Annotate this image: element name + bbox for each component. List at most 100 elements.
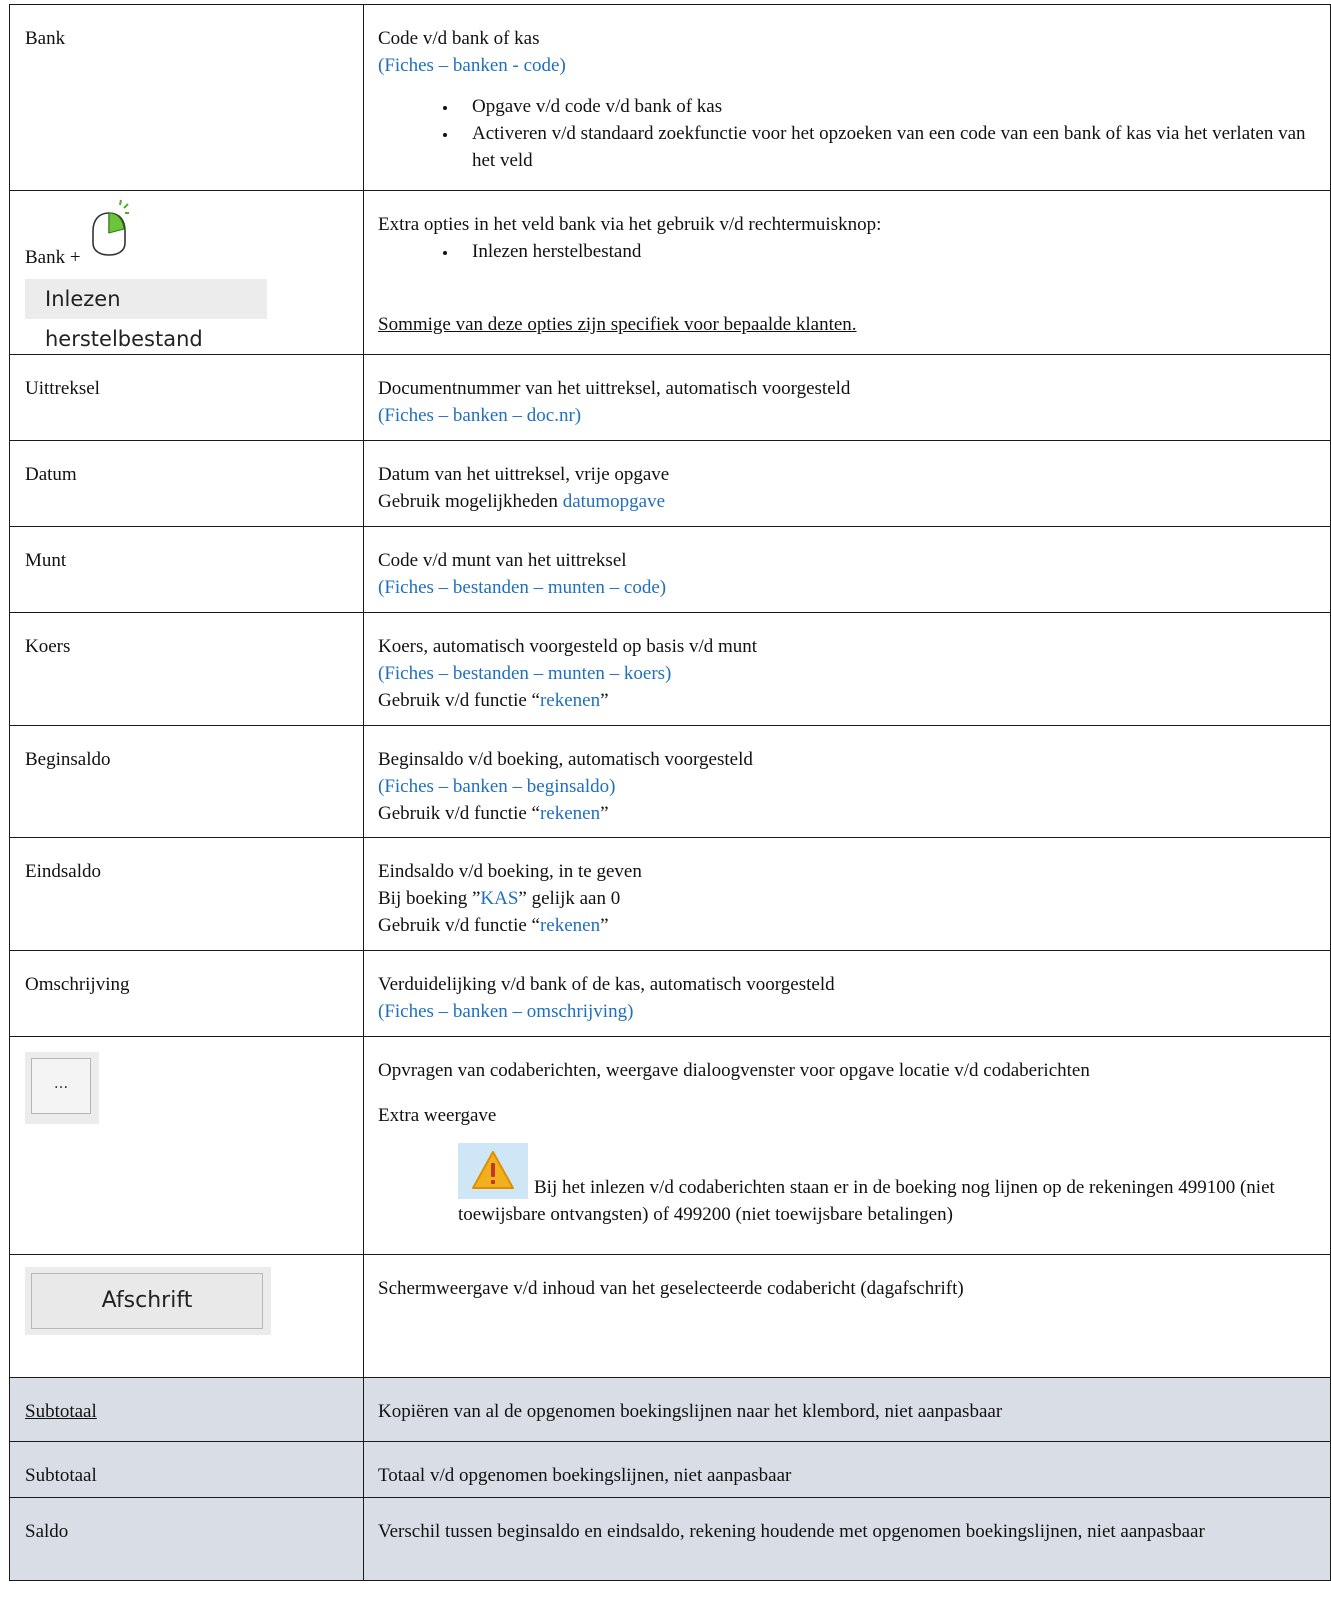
field-label: Beginsaldo bbox=[9, 725, 364, 838]
reference-link[interactable]: (Fiches – banken – omschrijving) bbox=[378, 998, 1310, 1025]
table-row-afschrift: Afschrift Schermweergave v/d inhoud van … bbox=[9, 1254, 1331, 1378]
description-text: Totaal v/d opgenomen boekingslijnen, nie… bbox=[378, 1465, 792, 1486]
field-label: Koers bbox=[9, 612, 364, 726]
coda-browse-button-frame: ... bbox=[25, 1052, 99, 1124]
afschrift-button[interactable]: Afschrift bbox=[31, 1273, 263, 1329]
field-label: Bank bbox=[9, 4, 364, 191]
description-text: Gebruik v/d functie “rekenen” bbox=[378, 687, 1310, 714]
rekenen-link[interactable]: rekenen bbox=[540, 915, 600, 936]
bullet-item: Opgave v/d code v/d bank of kas bbox=[458, 93, 1310, 120]
description-text: Gebruik v/d functie “rekenen” bbox=[378, 912, 1310, 939]
text-suffix: ” bbox=[600, 803, 609, 824]
reference-link[interactable]: (Fiches – banken - code) bbox=[378, 52, 1310, 79]
kas-link[interactable]: KAS bbox=[480, 888, 518, 909]
field-label: Uittreksel bbox=[9, 354, 364, 441]
description-text: Documentnummer van het uittreksel, autom… bbox=[378, 378, 851, 399]
description-text: Beginsaldo v/d boeking, automatisch voor… bbox=[378, 749, 753, 770]
description-text: Gebruik v/d functie “rekenen” bbox=[378, 800, 1310, 827]
bullet-list: Opgave v/d code v/d bank of kas Activere… bbox=[378, 93, 1310, 174]
field-label: Subtotaal bbox=[9, 1441, 364, 1498]
field-description: Extra opties in het veld bank via het ge… bbox=[363, 190, 1331, 355]
table-row-beginsaldo: Beginsaldo Beginsaldo v/d boeking, autom… bbox=[9, 725, 1331, 838]
bullet-list: Inlezen herstelbestand bbox=[378, 238, 1310, 265]
description-text: Schermweergave v/d inhoud van het gesele… bbox=[378, 1278, 964, 1299]
field-label-cell: ... bbox=[9, 1036, 364, 1255]
table-row-saldo: Saldo Verschil tussen beginsaldo en eind… bbox=[9, 1497, 1331, 1581]
field-description: Documentnummer van het uittreksel, autom… bbox=[363, 354, 1331, 441]
field-label: Bank + bbox=[25, 247, 81, 268]
text-suffix: ” bbox=[600, 690, 609, 711]
field-label: Omschrijving bbox=[9, 950, 364, 1037]
rekenen-link[interactable]: rekenen bbox=[540, 803, 600, 824]
table-row-koers: Koers Koers, automatisch voorgesteld op … bbox=[9, 612, 1331, 726]
text-prefix: Gebruik v/d functie “ bbox=[378, 915, 540, 936]
warning-text: Bij het inlezen v/d codaberichten staan … bbox=[458, 1177, 1275, 1225]
bullet-item: Activeren v/d standaard zoekfunctie voor… bbox=[458, 120, 1310, 174]
text-prefix: Gebruik v/d functie “ bbox=[378, 803, 540, 824]
description-text: Kopiëren van al de opgenomen boekingslij… bbox=[378, 1401, 1003, 1422]
description-text: Extra weergave bbox=[378, 1105, 497, 1126]
description-text: Code v/d munt van het uittreksel bbox=[378, 550, 627, 571]
table-row-bank: Bank Code v/d bank of kas (Fiches – bank… bbox=[9, 4, 1331, 191]
table-row-bank-mouse: Bank + Inlezen herstelbestand Extra opti… bbox=[9, 190, 1331, 355]
description-text: Koers, automatisch voorgesteld op basis … bbox=[378, 636, 758, 657]
field-description: Code v/d bank of kas (Fiches – banken - … bbox=[363, 4, 1331, 191]
table-row-uittreksel: Uittreksel Documentnummer van het uittre… bbox=[9, 354, 1331, 441]
field-label: Saldo bbox=[9, 1497, 364, 1581]
text-prefix: Bij boeking ” bbox=[378, 888, 481, 909]
description-text: Code v/d bank of kas bbox=[378, 28, 540, 49]
rekenen-link[interactable]: rekenen bbox=[540, 690, 600, 711]
field-description: Schermweergave v/d inhoud van het gesele… bbox=[363, 1254, 1331, 1378]
field-label: Datum bbox=[9, 440, 364, 527]
description-text: Verduidelijking v/d bank of de kas, auto… bbox=[378, 974, 835, 995]
description-text: Opvragen van codaberichten, weergave dia… bbox=[378, 1060, 1090, 1081]
description-text: Verschil tussen beginsaldo en eindsaldo,… bbox=[378, 1521, 1205, 1542]
field-label: Eindsaldo bbox=[9, 837, 364, 951]
subtotaal-link[interactable]: Subtotaal bbox=[25, 1401, 97, 1422]
field-description: Verduidelijking v/d bank of de kas, auto… bbox=[363, 950, 1331, 1037]
datumopgave-link[interactable]: datumopgave bbox=[563, 491, 665, 512]
table-row-omschrijving: Omschrijving Verduidelijking v/d bank of… bbox=[9, 950, 1331, 1037]
reference-link[interactable]: (Fiches – banken – doc.nr) bbox=[378, 402, 1310, 429]
field-description: Code v/d munt van het uittreksel (Fiches… bbox=[363, 526, 1331, 613]
field-label-cell: Subtotaal bbox=[9, 1377, 364, 1442]
table-row-datum: Datum Datum van het uittreksel, vrije op… bbox=[9, 440, 1331, 527]
description-text: Datum van het uittreksel, vrije opgave bbox=[378, 464, 670, 485]
field-description: Kopiëren van al de opgenomen boekingslij… bbox=[363, 1377, 1331, 1442]
description-text: Gebruik mogelijkheden datumopgave bbox=[378, 488, 1310, 515]
table-row-coda: ... Opvragen van codaberichten, weergave… bbox=[9, 1036, 1331, 1255]
field-description: Eindsaldo v/d boeking, in te geven Bij b… bbox=[363, 837, 1331, 951]
text-suffix: ” gelijk aan 0 bbox=[518, 888, 621, 909]
field-description: Totaal v/d opgenomen boekingslijnen, nie… bbox=[363, 1441, 1331, 1498]
description-text: Eindsaldo v/d boeking, in te geven bbox=[378, 861, 642, 882]
note-text: Sommige van deze opties zijn specifiek v… bbox=[378, 314, 857, 335]
table-row-subtotaal: Subtotaal Totaal v/d opgenomen boekingsl… bbox=[9, 1441, 1331, 1498]
text-suffix: ” bbox=[600, 915, 609, 936]
text-prefix: Gebruik v/d functie “ bbox=[378, 690, 540, 711]
table-row-eindsaldo: Eindsaldo Eindsaldo v/d boeking, in te g… bbox=[9, 837, 1331, 951]
bank-mouse-label: Bank + bbox=[25, 199, 363, 268]
warning-block: Bij het inlezen v/d codaberichten staan … bbox=[378, 1143, 1310, 1228]
reference-link[interactable]: (Fiches – bestanden – munten – code) bbox=[378, 574, 1310, 601]
table-row-subtotaal-link: Subtotaal Kopiëren van al de opgenomen b… bbox=[9, 1377, 1331, 1442]
warning-icon bbox=[458, 1143, 528, 1199]
coda-browse-button[interactable]: ... bbox=[31, 1058, 91, 1114]
description-text: Extra opties in het veld bank via het ge… bbox=[378, 214, 882, 235]
table-row-munt: Munt Code v/d munt van het uittreksel (F… bbox=[9, 526, 1331, 613]
field-description: Beginsaldo v/d boeking, automatisch voor… bbox=[363, 725, 1331, 838]
inlezen-herstelbestand-button[interactable]: Inlezen herstelbestand bbox=[25, 279, 267, 351]
field-description-table: Bank Code v/d bank of kas (Fiches – bank… bbox=[9, 4, 1331, 1581]
field-label-cell: Afschrift bbox=[9, 1254, 364, 1378]
reference-link[interactable]: (Fiches – banken – beginsaldo) bbox=[378, 773, 1310, 800]
description-text: Bij boeking ”KAS” gelijk aan 0 bbox=[378, 885, 1310, 912]
field-description: Opvragen van codaberichten, weergave dia… bbox=[363, 1036, 1331, 1255]
bullet-item: Inlezen herstelbestand bbox=[458, 238, 1310, 265]
field-description: Datum van het uittreksel, vrije opgave G… bbox=[363, 440, 1331, 527]
afschrift-button-frame: Afschrift bbox=[25, 1267, 271, 1335]
field-description: Koers, automatisch voorgesteld op basis … bbox=[363, 612, 1331, 726]
field-description: Verschil tussen beginsaldo en eindsaldo,… bbox=[363, 1497, 1331, 1581]
field-label: Munt bbox=[9, 526, 364, 613]
mouse-right-click-icon bbox=[89, 199, 130, 257]
field-label-cell: Bank + Inlezen herstelbestand bbox=[9, 190, 364, 355]
reference-link[interactable]: (Fiches – bestanden – munten – koers) bbox=[378, 660, 1310, 687]
